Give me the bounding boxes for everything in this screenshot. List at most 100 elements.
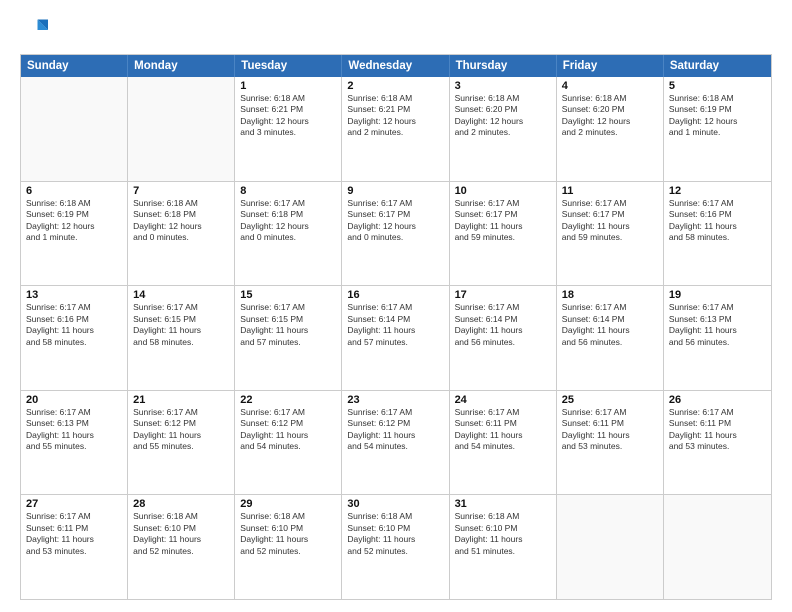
- day-number: 17: [455, 289, 551, 301]
- day-info: Sunrise: 6:17 AM Sunset: 6:11 PM Dayligh…: [455, 407, 551, 453]
- calendar-cell: 5Sunrise: 6:18 AM Sunset: 6:19 PM Daylig…: [664, 77, 771, 181]
- day-info: Sunrise: 6:17 AM Sunset: 6:14 PM Dayligh…: [562, 302, 658, 348]
- day-info: Sunrise: 6:17 AM Sunset: 6:14 PM Dayligh…: [347, 302, 443, 348]
- calendar-cell: 30Sunrise: 6:18 AM Sunset: 6:10 PM Dayli…: [342, 495, 449, 599]
- calendar-header-cell: Tuesday: [235, 55, 342, 77]
- day-number: 25: [562, 394, 658, 406]
- calendar-header-cell: Wednesday: [342, 55, 449, 77]
- day-number: 13: [26, 289, 122, 301]
- calendar-header-cell: Saturday: [664, 55, 771, 77]
- day-info: Sunrise: 6:17 AM Sunset: 6:17 PM Dayligh…: [562, 198, 658, 244]
- day-info: Sunrise: 6:17 AM Sunset: 6:11 PM Dayligh…: [562, 407, 658, 453]
- day-info: Sunrise: 6:17 AM Sunset: 6:14 PM Dayligh…: [455, 302, 551, 348]
- day-info: Sunrise: 6:18 AM Sunset: 6:19 PM Dayligh…: [669, 93, 766, 139]
- calendar-cell: 27Sunrise: 6:17 AM Sunset: 6:11 PM Dayli…: [21, 495, 128, 599]
- day-info: Sunrise: 6:17 AM Sunset: 6:15 PM Dayligh…: [240, 302, 336, 348]
- header: [20, 16, 772, 44]
- day-number: 14: [133, 289, 229, 301]
- day-number: 29: [240, 498, 336, 510]
- day-info: Sunrise: 6:17 AM Sunset: 6:12 PM Dayligh…: [347, 407, 443, 453]
- day-info: Sunrise: 6:17 AM Sunset: 6:16 PM Dayligh…: [26, 302, 122, 348]
- day-info: Sunrise: 6:17 AM Sunset: 6:12 PM Dayligh…: [240, 407, 336, 453]
- day-number: 6: [26, 185, 122, 197]
- calendar-cell: 9Sunrise: 6:17 AM Sunset: 6:17 PM Daylig…: [342, 182, 449, 286]
- day-info: Sunrise: 6:17 AM Sunset: 6:16 PM Dayligh…: [669, 198, 766, 244]
- day-number: 18: [562, 289, 658, 301]
- calendar-body: 1Sunrise: 6:18 AM Sunset: 6:21 PM Daylig…: [21, 77, 771, 599]
- day-info: Sunrise: 6:17 AM Sunset: 6:18 PM Dayligh…: [240, 198, 336, 244]
- day-number: 15: [240, 289, 336, 301]
- calendar-cell: 17Sunrise: 6:17 AM Sunset: 6:14 PM Dayli…: [450, 286, 557, 390]
- calendar-cell: 20Sunrise: 6:17 AM Sunset: 6:13 PM Dayli…: [21, 391, 128, 495]
- calendar-cell: 23Sunrise: 6:17 AM Sunset: 6:12 PM Dayli…: [342, 391, 449, 495]
- calendar-cell: 19Sunrise: 6:17 AM Sunset: 6:13 PM Dayli…: [664, 286, 771, 390]
- calendar-cell: 1Sunrise: 6:18 AM Sunset: 6:21 PM Daylig…: [235, 77, 342, 181]
- calendar-cell: 24Sunrise: 6:17 AM Sunset: 6:11 PM Dayli…: [450, 391, 557, 495]
- calendar-cell: 26Sunrise: 6:17 AM Sunset: 6:11 PM Dayli…: [664, 391, 771, 495]
- calendar-cell: 18Sunrise: 6:17 AM Sunset: 6:14 PM Dayli…: [557, 286, 664, 390]
- day-number: 22: [240, 394, 336, 406]
- day-number: 28: [133, 498, 229, 510]
- calendar-cell: 15Sunrise: 6:17 AM Sunset: 6:15 PM Dayli…: [235, 286, 342, 390]
- day-info: Sunrise: 6:17 AM Sunset: 6:13 PM Dayligh…: [669, 302, 766, 348]
- calendar-cell: 10Sunrise: 6:17 AM Sunset: 6:17 PM Dayli…: [450, 182, 557, 286]
- day-info: Sunrise: 6:17 AM Sunset: 6:11 PM Dayligh…: [26, 511, 122, 557]
- day-number: 11: [562, 185, 658, 197]
- calendar-row: 27Sunrise: 6:17 AM Sunset: 6:11 PM Dayli…: [21, 495, 771, 599]
- day-info: Sunrise: 6:18 AM Sunset: 6:19 PM Dayligh…: [26, 198, 122, 244]
- day-number: 3: [455, 80, 551, 92]
- day-info: Sunrise: 6:17 AM Sunset: 6:15 PM Dayligh…: [133, 302, 229, 348]
- day-info: Sunrise: 6:17 AM Sunset: 6:12 PM Dayligh…: [133, 407, 229, 453]
- day-info: Sunrise: 6:18 AM Sunset: 6:20 PM Dayligh…: [455, 93, 551, 139]
- page: SundayMondayTuesdayWednesdayThursdayFrid…: [0, 0, 792, 612]
- calendar-cell: 2Sunrise: 6:18 AM Sunset: 6:21 PM Daylig…: [342, 77, 449, 181]
- calendar-header-cell: Friday: [557, 55, 664, 77]
- day-number: 8: [240, 185, 336, 197]
- day-number: 31: [455, 498, 551, 510]
- day-number: 26: [669, 394, 766, 406]
- day-number: 23: [347, 394, 443, 406]
- day-info: Sunrise: 6:18 AM Sunset: 6:20 PM Dayligh…: [562, 93, 658, 139]
- calendar-cell: 13Sunrise: 6:17 AM Sunset: 6:16 PM Dayli…: [21, 286, 128, 390]
- calendar-cell: [557, 495, 664, 599]
- calendar-row: 13Sunrise: 6:17 AM Sunset: 6:16 PM Dayli…: [21, 286, 771, 391]
- day-number: 21: [133, 394, 229, 406]
- calendar-cell: 29Sunrise: 6:18 AM Sunset: 6:10 PM Dayli…: [235, 495, 342, 599]
- day-number: 27: [26, 498, 122, 510]
- day-number: 10: [455, 185, 551, 197]
- calendar: SundayMondayTuesdayWednesdayThursdayFrid…: [20, 54, 772, 600]
- calendar-cell: 28Sunrise: 6:18 AM Sunset: 6:10 PM Dayli…: [128, 495, 235, 599]
- calendar-row: 1Sunrise: 6:18 AM Sunset: 6:21 PM Daylig…: [21, 77, 771, 182]
- calendar-cell: 12Sunrise: 6:17 AM Sunset: 6:16 PM Dayli…: [664, 182, 771, 286]
- calendar-row: 20Sunrise: 6:17 AM Sunset: 6:13 PM Dayli…: [21, 391, 771, 496]
- calendar-cell: 25Sunrise: 6:17 AM Sunset: 6:11 PM Dayli…: [557, 391, 664, 495]
- calendar-row: 6Sunrise: 6:18 AM Sunset: 6:19 PM Daylig…: [21, 182, 771, 287]
- calendar-header: SundayMondayTuesdayWednesdayThursdayFrid…: [21, 55, 771, 77]
- calendar-cell: 3Sunrise: 6:18 AM Sunset: 6:20 PM Daylig…: [450, 77, 557, 181]
- calendar-header-cell: Sunday: [21, 55, 128, 77]
- calendar-cell: 7Sunrise: 6:18 AM Sunset: 6:18 PM Daylig…: [128, 182, 235, 286]
- day-number: 7: [133, 185, 229, 197]
- day-number: 1: [240, 80, 336, 92]
- calendar-cell: 21Sunrise: 6:17 AM Sunset: 6:12 PM Dayli…: [128, 391, 235, 495]
- day-info: Sunrise: 6:18 AM Sunset: 6:18 PM Dayligh…: [133, 198, 229, 244]
- logo: [20, 16, 52, 44]
- day-info: Sunrise: 6:18 AM Sunset: 6:21 PM Dayligh…: [240, 93, 336, 139]
- calendar-cell: 11Sunrise: 6:17 AM Sunset: 6:17 PM Dayli…: [557, 182, 664, 286]
- day-info: Sunrise: 6:18 AM Sunset: 6:10 PM Dayligh…: [455, 511, 551, 557]
- calendar-cell: 22Sunrise: 6:17 AM Sunset: 6:12 PM Dayli…: [235, 391, 342, 495]
- day-info: Sunrise: 6:17 AM Sunset: 6:13 PM Dayligh…: [26, 407, 122, 453]
- calendar-cell: [664, 495, 771, 599]
- day-number: 16: [347, 289, 443, 301]
- day-info: Sunrise: 6:18 AM Sunset: 6:21 PM Dayligh…: [347, 93, 443, 139]
- day-info: Sunrise: 6:17 AM Sunset: 6:17 PM Dayligh…: [347, 198, 443, 244]
- day-number: 30: [347, 498, 443, 510]
- calendar-cell: [128, 77, 235, 181]
- day-info: Sunrise: 6:17 AM Sunset: 6:17 PM Dayligh…: [455, 198, 551, 244]
- day-number: 20: [26, 394, 122, 406]
- calendar-cell: 14Sunrise: 6:17 AM Sunset: 6:15 PM Dayli…: [128, 286, 235, 390]
- calendar-header-cell: Monday: [128, 55, 235, 77]
- day-number: 9: [347, 185, 443, 197]
- calendar-cell: [21, 77, 128, 181]
- day-info: Sunrise: 6:18 AM Sunset: 6:10 PM Dayligh…: [133, 511, 229, 557]
